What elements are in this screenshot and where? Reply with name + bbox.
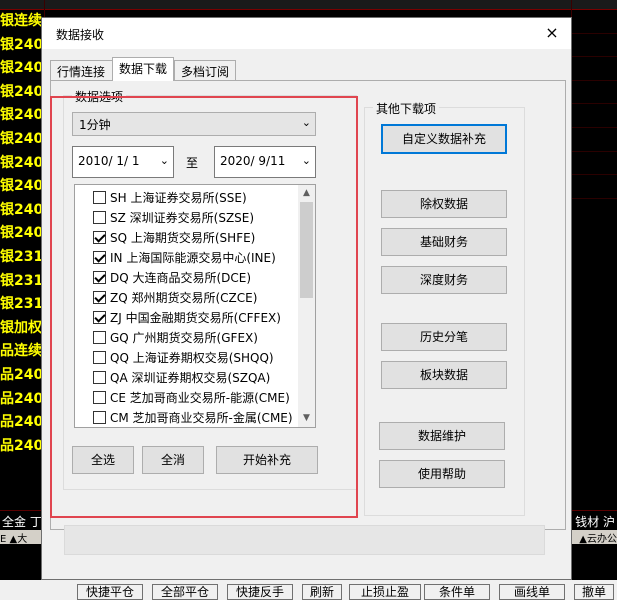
workspace-tab-right[interactable]: ▲云办公 (579, 530, 617, 545)
quote-row-label[interactable]: 品连续 (0, 340, 44, 364)
refresh-button[interactable]: 刷新 (302, 584, 342, 600)
highlight-frame (50, 96, 358, 518)
quote-row-label[interactable]: 品2404 (0, 435, 44, 459)
quote-row-label[interactable]: 银加权 (0, 317, 44, 341)
quote-row-label[interactable]: 银2402 (0, 57, 44, 81)
close-icon[interactable]: × (541, 22, 563, 44)
conditional-order-button[interactable]: 条件单 (424, 584, 490, 600)
tab-market-connection[interactable]: 行情连接 (50, 60, 114, 80)
quote-row-label[interactable]: 银2404 (0, 104, 44, 128)
tick-history-button[interactable]: 历史分笔 (381, 323, 507, 351)
progress-status-bar (64, 525, 545, 555)
quote-right-column (571, 10, 617, 199)
help-button[interactable]: 使用帮助 (379, 460, 505, 488)
quote-row-label[interactable]: 品2403 (0, 411, 44, 435)
quote-table-header (0, 0, 617, 10)
quote-symbol-column: 银连续 银2401 银2402 银2403 银2404 银2405 银2406 … (0, 10, 44, 458)
quote-row-label[interactable]: 银2311 (0, 270, 44, 294)
quote-row-label[interactable]: 银2408 (0, 199, 44, 223)
dialog-title: 数据接收 (56, 28, 105, 42)
data-maintenance-button[interactable]: 数据维护 (379, 422, 505, 450)
sector-bar-right[interactable]: 钱材 沪 (575, 513, 615, 530)
cancel-order-button[interactable]: 撤单 (574, 584, 614, 600)
data-receive-dialog: 数据接收 × 行情连接 数据下载 多档订阅 数据选项 1分钟 ⌄ 2010/ 1… (41, 17, 572, 580)
download-panel: 数据选项 1分钟 ⌄ 2010/ 1/ 1 ⌄ 至 2020/ 9/11 ⌄ S… (50, 80, 566, 530)
other-downloads-group: 其他下载项 自定义数据补充 除权数据 基础财务 深度财务 历史分笔 板块数据 数… (364, 100, 525, 516)
quote-row-label[interactable]: 银连续 (0, 10, 44, 34)
stop-loss-button[interactable]: 止损止盈 (349, 584, 421, 600)
quote-row-label[interactable]: 银2312 (0, 293, 44, 317)
quote-row-label[interactable]: 品2402 (0, 388, 44, 412)
quote-row-label[interactable]: 银2406 (0, 152, 44, 176)
ex-rights-button[interactable]: 除权数据 (381, 190, 507, 218)
dialog-titlebar[interactable]: 数据接收 × (42, 18, 571, 49)
fundamentals-button[interactable]: 基础财务 (381, 228, 507, 256)
workspace-tab-left[interactable]: E ▲大 (0, 530, 27, 545)
quote-row-label[interactable]: 银2405 (0, 128, 44, 152)
quote-row-label[interactable]: 银2401 (0, 34, 44, 58)
custom-fill-button[interactable]: 自定义数据补充 (381, 124, 507, 154)
quote-row-label[interactable]: 品2401 (0, 364, 44, 388)
quote-row-label[interactable]: 银2403 (0, 81, 44, 105)
other-downloads-label: 其他下载项 (373, 100, 440, 117)
deep-finance-button[interactable]: 深度财务 (381, 266, 507, 294)
sector-data-button[interactable]: 板块数据 (381, 361, 507, 389)
quick-close-button[interactable]: 快捷平仓 (77, 584, 143, 600)
sector-bar-left[interactable]: 全金 丁 (2, 513, 42, 530)
drawline-order-button[interactable]: 画线单 (499, 584, 565, 600)
quote-row-label[interactable]: 银2407 (0, 175, 44, 199)
quote-row-label[interactable]: 银2310 (0, 246, 44, 270)
quote-row-label[interactable]: 银2409 (0, 222, 44, 246)
close-all-button[interactable]: 全部平仓 (152, 584, 218, 600)
tab-data-download[interactable]: 数据下载 (112, 57, 174, 81)
tab-multi-level-subscription[interactable]: 多档订阅 (174, 60, 236, 80)
quick-reverse-button[interactable]: 快捷反手 (227, 584, 293, 600)
